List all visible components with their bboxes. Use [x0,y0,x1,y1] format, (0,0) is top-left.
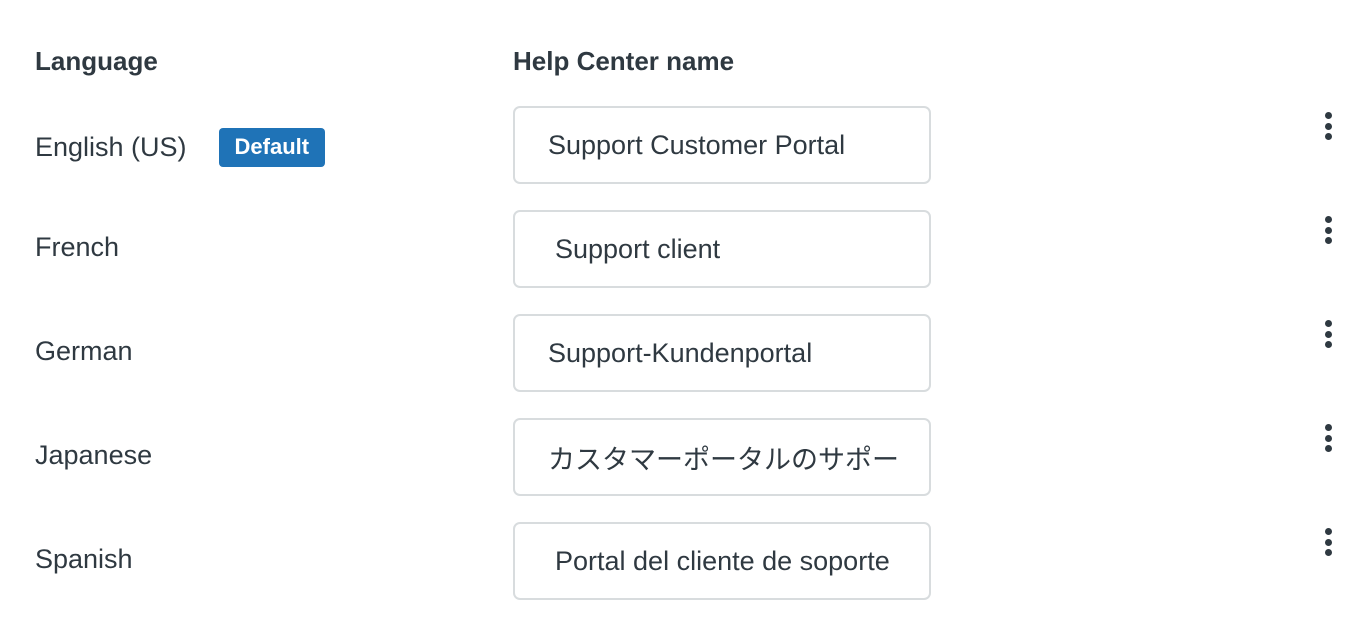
kebab-menu-icon[interactable] [1318,420,1338,456]
language-cell: French [35,232,119,263]
language-label: Spanish [35,544,133,574]
language-row-french: French [0,210,1366,290]
help-center-name-input[interactable] [555,212,909,286]
language-label: English (US) [35,132,187,162]
help-center-name-input[interactable] [548,420,902,494]
language-cell: English (US) Default [35,128,326,167]
header-language: Language [35,46,158,76]
default-badge: Default [218,128,326,167]
help-center-name-field[interactable] [513,522,931,600]
help-center-name-field[interactable] [513,106,931,184]
help-center-name-field[interactable] [513,418,931,496]
help-center-name-input[interactable] [548,108,902,182]
language-label: Japanese [35,440,153,470]
language-label: German [35,336,133,366]
language-cell: Japanese [35,440,152,471]
language-row-spanish: Spanish [0,522,1366,602]
help-center-name-input[interactable] [555,524,909,598]
kebab-menu-icon[interactable] [1318,108,1338,144]
help-center-name-field[interactable] [513,210,931,288]
header-help-center-name: Help Center name [513,46,735,76]
language-label: French [35,232,120,262]
language-row-english: English (US) Default [0,106,1366,186]
kebab-menu-icon[interactable] [1318,524,1338,560]
kebab-menu-icon[interactable] [1318,316,1338,352]
help-center-name-field[interactable] [513,314,931,392]
help-center-name-input[interactable] [548,316,902,390]
language-cell: Spanish [35,544,133,575]
language-row-german: German [0,314,1366,394]
language-row-japanese: Japanese [0,418,1366,498]
language-cell: German [35,336,133,367]
kebab-menu-icon[interactable] [1318,212,1338,248]
